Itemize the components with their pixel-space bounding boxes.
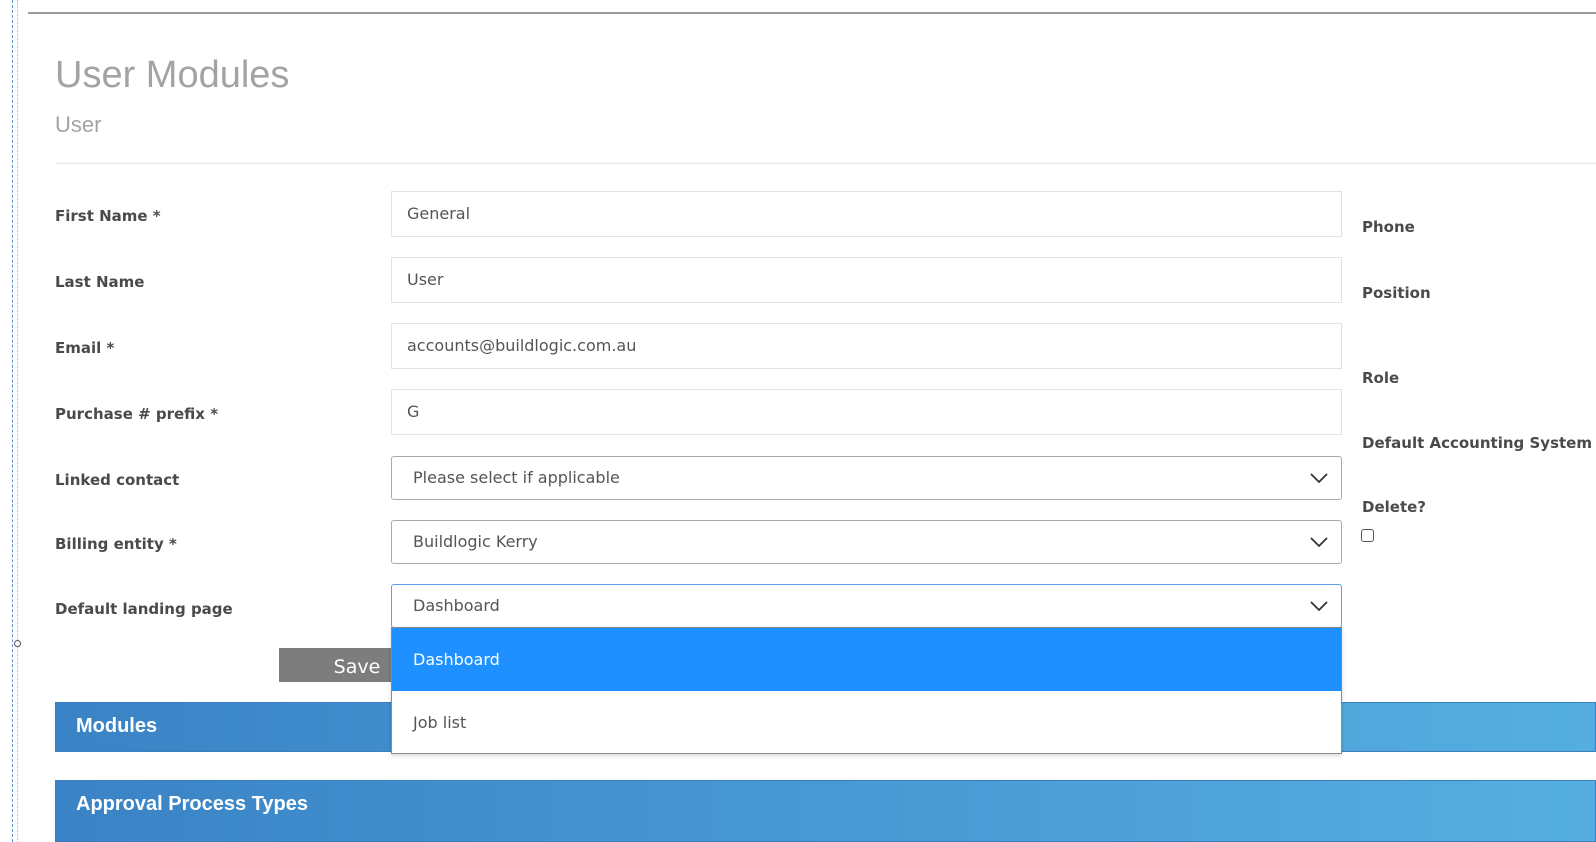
first-name-label: First Name * (55, 207, 161, 225)
email-label: Email * (55, 339, 115, 357)
header-divider (55, 163, 1596, 164)
editor-guide-line-secondary (17, 0, 18, 842)
linked-contact-label: Linked contact (55, 471, 180, 489)
position-label: Position (1362, 284, 1431, 302)
linked-contact-select[interactable]: Please select if applicable (391, 456, 1342, 500)
role-label: Role (1362, 369, 1400, 387)
delete-label: Delete? (1362, 498, 1426, 516)
page-title: User Modules (55, 54, 290, 96)
first-name-field[interactable]: General (391, 191, 1342, 237)
approval-panel-title: Approval Process Types (76, 793, 308, 815)
chevron-down-icon (1310, 537, 1328, 548)
chevron-down-icon (1310, 473, 1328, 484)
last-name-label: Last Name (55, 273, 145, 291)
page-subtitle: User (55, 112, 102, 137)
last-name-field[interactable]: User (391, 257, 1342, 303)
resize-handle[interactable] (14, 640, 21, 647)
delete-checkbox[interactable] (1361, 529, 1374, 542)
editor-guide-line (12, 0, 13, 842)
top-rule (28, 12, 1596, 14)
billing-entity-label: Billing entity * (55, 535, 177, 553)
landing-page-dropdown: Dashboard Job list (391, 627, 1342, 754)
chevron-down-icon (1310, 601, 1328, 612)
landing-page-select[interactable]: Dashboard (391, 584, 1342, 628)
landing-page-value: Dashboard (413, 596, 500, 615)
accounting-system-label: Default Accounting System (1362, 434, 1592, 452)
dropdown-option-dashboard[interactable]: Dashboard (392, 628, 1341, 691)
billing-entity-value: Buildlogic Kerry (413, 532, 538, 551)
linked-contact-value: Please select if applicable (413, 468, 620, 487)
phone-label: Phone (1362, 218, 1415, 236)
modules-panel-title: Modules (76, 715, 158, 737)
dropdown-option-job-list[interactable]: Job list (392, 691, 1341, 754)
purchase-prefix-label: Purchase # prefix * (55, 405, 219, 423)
landing-page-label: Default landing page (55, 600, 233, 618)
approval-panel-header[interactable]: Approval Process Types (55, 780, 1596, 842)
email-field[interactable]: accounts@buildlogic.com.au (391, 323, 1342, 369)
purchase-prefix-field[interactable]: G (391, 389, 1342, 435)
billing-entity-select[interactable]: Buildlogic Kerry (391, 520, 1342, 564)
